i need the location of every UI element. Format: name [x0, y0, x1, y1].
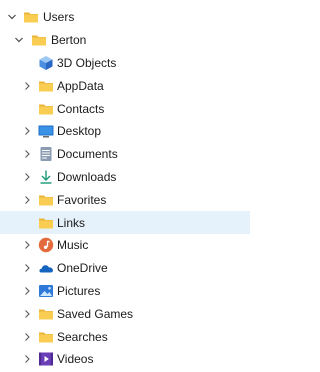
chevron-down-icon[interactable]: [6, 11, 18, 23]
folder-icon: [38, 306, 54, 322]
tree-item-links[interactable]: Links: [0, 211, 250, 234]
tree-item-label: Downloads: [57, 169, 117, 184]
folder-icon: [38, 192, 54, 208]
folder-icon: [31, 32, 47, 48]
tree-item-saved-games[interactable]: Saved Games: [0, 302, 250, 325]
tree-item-3d-objects[interactable]: 3D Objects: [0, 52, 250, 75]
documents-icon: [38, 146, 54, 162]
chevron-right-icon[interactable]: [21, 262, 33, 274]
tree-item-pictures[interactable]: Pictures: [0, 280, 250, 303]
tree-item-label: Pictures: [57, 283, 101, 298]
folder-icon: [23, 9, 39, 25]
tree-item-documents[interactable]: Documents: [0, 143, 250, 166]
tree-item-berton[interactable]: Berton: [0, 29, 250, 52]
tree-item-label: Music: [57, 238, 89, 253]
pictures-icon: [38, 283, 54, 299]
tree-item-favorites[interactable]: Favorites: [0, 188, 250, 211]
downloads-icon: [38, 169, 54, 185]
tree-item-desktop[interactable]: Desktop: [0, 120, 250, 143]
tree-item-appdata[interactable]: AppData: [0, 74, 250, 97]
onedrive-icon: [38, 260, 54, 276]
tree-item-label: Videos: [57, 352, 94, 367]
tree-item-onedrive[interactable]: OneDrive: [0, 257, 250, 280]
folder-icon: [38, 329, 54, 345]
tree-item-label: AppData: [57, 78, 104, 93]
chevron-right-icon[interactable]: [21, 285, 33, 297]
tree-item-label: Users: [43, 10, 75, 25]
folder-icon: [38, 101, 54, 117]
videos-icon: [38, 351, 54, 367]
desktop-icon: [38, 123, 54, 139]
chevron-right-icon[interactable]: [21, 308, 33, 320]
tree-item-contacts[interactable]: Contacts: [0, 97, 250, 120]
tree-item-label: Favorites: [57, 192, 107, 207]
chevron-right-icon[interactable]: [21, 80, 33, 92]
folder-icon: [38, 215, 54, 231]
tree-item-downloads[interactable]: Downloads: [0, 166, 250, 189]
tree-item-music[interactable]: Music: [0, 234, 250, 257]
chevron-right-icon[interactable]: [21, 148, 33, 160]
tree-item-users[interactable]: Users: [0, 6, 250, 29]
chevron-right-icon[interactable]: [21, 239, 33, 251]
tree-item-label: Saved Games: [57, 306, 134, 321]
music-icon: [38, 237, 54, 253]
chevron-right-icon[interactable]: [21, 171, 33, 183]
tree-item-label: Berton: [51, 33, 87, 48]
folder-tree: Users Berton 3D Objects AppData Contacts De…: [0, 6, 250, 371]
tree-item-label: OneDrive: [57, 261, 108, 276]
tree-item-searches[interactable]: Searches: [0, 325, 250, 348]
tree-item-label: Desktop: [57, 124, 102, 139]
tree-item-label: Searches: [57, 329, 108, 344]
chevron-right-icon[interactable]: [21, 194, 33, 206]
folder-icon: [38, 78, 54, 94]
3d-objects-icon: [38, 55, 54, 71]
tree-item-label: Contacts: [57, 101, 105, 116]
tree-item-label: 3D Objects: [57, 55, 117, 70]
tree-item-label: Links: [57, 215, 86, 230]
chevron-right-icon[interactable]: [21, 331, 33, 343]
tree-item-label: Documents: [57, 147, 118, 162]
chevron-right-icon[interactable]: [21, 125, 33, 137]
chevron-down-icon[interactable]: [13, 34, 25, 46]
tree-item-videos[interactable]: Videos: [0, 348, 250, 371]
chevron-right-icon[interactable]: [21, 353, 33, 365]
